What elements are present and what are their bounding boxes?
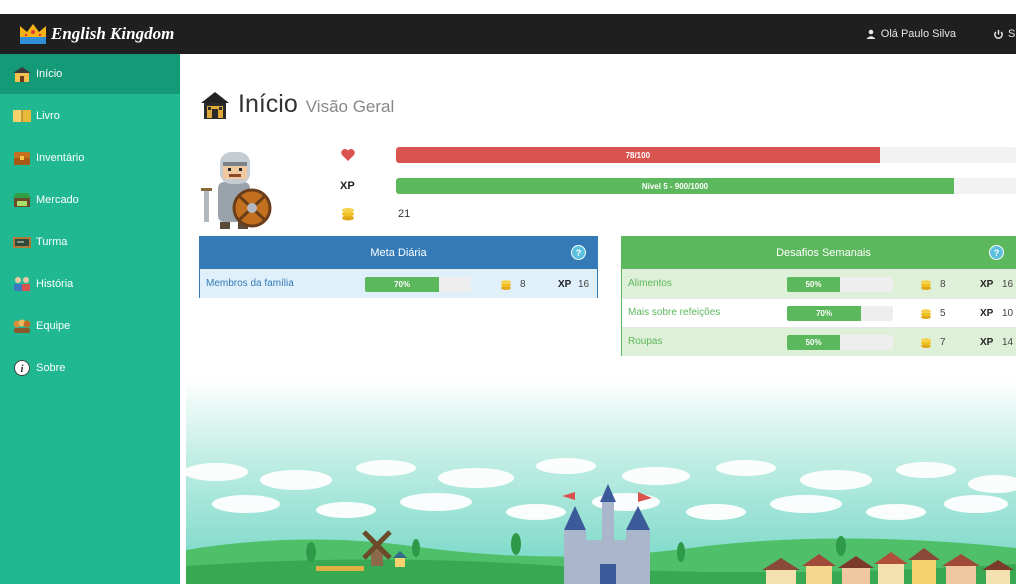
challenge-coins: 5 bbox=[940, 308, 946, 319]
sidebar-item-historia[interactable]: História bbox=[0, 264, 180, 304]
challenge-progress-fill: 50% bbox=[787, 277, 840, 292]
sidebar-item-mercado[interactable]: Mercado bbox=[0, 180, 180, 220]
daily-goal-row[interactable]: Membros da família 70% 8 XP 16 bbox=[200, 269, 597, 298]
challenge-row-refeicoes[interactable]: Mais sobre refeições 70% 5 XP 10 bbox=[622, 298, 1016, 327]
goal-xp-label: XP bbox=[558, 279, 572, 290]
xp-bar: Nível 5 - 900/1000 bbox=[396, 178, 1016, 194]
coins-icon bbox=[921, 309, 931, 319]
challenge-row-alimentos[interactable]: Alimentos 50% 8 XP 16 bbox=[622, 269, 1016, 298]
weekly-challenges-header: Desafios Semanais ? bbox=[622, 237, 1016, 269]
crown-icon bbox=[20, 24, 46, 44]
daily-goal-header: Meta Diária ? bbox=[200, 237, 597, 269]
goal-progress: 70% bbox=[365, 277, 471, 292]
brand-name: English Kingdom bbox=[51, 24, 175, 43]
book-icon bbox=[13, 110, 31, 122]
logout-label: S bbox=[1008, 28, 1016, 40]
xp-icon-label: XP bbox=[340, 180, 355, 192]
challenge-xp: 10 bbox=[1002, 308, 1014, 319]
challenge-xp: 14 bbox=[1002, 337, 1014, 348]
sidebar-item-sobre[interactable]: i Sobre bbox=[0, 348, 180, 388]
user-menu[interactable]: Olá Paulo Silva bbox=[866, 14, 956, 54]
challenge-progress-label: 50% bbox=[805, 338, 822, 347]
challenge-progress-label: 70% bbox=[816, 309, 833, 318]
market-icon bbox=[13, 193, 31, 207]
daily-goal-panel: Meta Diária ? Membros da família 70% 8 X… bbox=[199, 236, 598, 298]
coins-icon bbox=[921, 280, 931, 290]
challenge-xp: 16 bbox=[1002, 279, 1014, 290]
top-navbar: English Kingdom Olá Paulo Silva S bbox=[0, 14, 1016, 54]
goal-label[interactable]: Membros da família bbox=[206, 278, 294, 289]
challenge-progress-label: 50% bbox=[805, 280, 822, 289]
challenge-coins: 7 bbox=[940, 337, 946, 348]
challenge-label[interactable]: Roupas bbox=[628, 336, 662, 347]
sidebar-item-label: Equipe bbox=[36, 320, 71, 332]
challenge-progress-fill: 70% bbox=[787, 306, 862, 321]
challenge-progress: 50% bbox=[787, 277, 893, 292]
app-window: English Kingdom Olá Paulo Silva S Início… bbox=[0, 0, 1016, 584]
page-subtitle: Visão Geral bbox=[305, 97, 395, 116]
user-greeting: Olá Paulo Silva bbox=[880, 28, 956, 40]
challenge-xp-label: XP bbox=[980, 279, 994, 290]
knight-avatar bbox=[201, 152, 272, 229]
house-icon bbox=[13, 67, 31, 82]
goal-xp: 16 bbox=[578, 279, 590, 290]
help-icon[interactable]: ? bbox=[571, 245, 586, 260]
health-label: 78/100 bbox=[625, 150, 651, 160]
page-title: Início bbox=[238, 90, 298, 118]
sidebar-item-label: Sobre bbox=[36, 362, 66, 374]
sidebar-item-inicio[interactable]: Início bbox=[0, 54, 180, 94]
info-icon: i bbox=[14, 360, 30, 376]
sidebar-item-label: Turma bbox=[36, 236, 68, 248]
coins-icon bbox=[501, 280, 511, 290]
heart-icon bbox=[341, 149, 355, 161]
team-icon bbox=[13, 319, 31, 333]
xp-level-label: Nível 5 - 900/1000 bbox=[641, 181, 709, 191]
weekly-challenges-panel: Desafios Semanais ? Alimentos 50% 8 XP 1… bbox=[621, 236, 1016, 356]
xp-bar-fill: Nível 5 - 900/1000 bbox=[396, 178, 954, 194]
sidebar-item-label: Mercado bbox=[36, 194, 79, 206]
challenge-coins: 8 bbox=[940, 279, 946, 290]
challenge-xp-label: XP bbox=[980, 308, 994, 319]
health-bar-fill: 78/100 bbox=[396, 147, 880, 163]
help-icon[interactable]: ? bbox=[989, 245, 1004, 260]
goal-coins: 8 bbox=[520, 279, 526, 290]
challenge-progress-fill: 50% bbox=[787, 335, 840, 350]
coins-icon bbox=[921, 338, 931, 348]
sidebar: Início Livro Inventário Mercado Turma Hi… bbox=[0, 54, 180, 584]
logout-button[interactable]: S bbox=[993, 14, 1015, 54]
sidebar-item-label: Inventário bbox=[36, 152, 85, 164]
coin-count: 21 bbox=[398, 208, 411, 220]
coins-icon bbox=[342, 208, 354, 221]
user-icon bbox=[866, 29, 876, 39]
kingdom-landscape-illustration bbox=[186, 380, 1016, 584]
challenge-xp-label: XP bbox=[980, 337, 994, 348]
page-header: Início Visão Geral bbox=[200, 90, 394, 120]
goal-progress-label: 70% bbox=[394, 280, 411, 289]
svg-text:i: i bbox=[21, 364, 24, 375]
sidebar-item-label: História bbox=[36, 278, 74, 290]
daily-goal-title: Meta Diária bbox=[370, 247, 427, 259]
challenge-progress: 50% bbox=[787, 335, 893, 350]
blackboard-icon bbox=[13, 237, 31, 248]
sidebar-item-label: Início bbox=[36, 68, 63, 80]
sidebar-item-turma[interactable]: Turma bbox=[0, 222, 180, 262]
sidebar-item-inventario[interactable]: Inventário bbox=[0, 138, 180, 178]
power-icon bbox=[994, 29, 1003, 39]
weekly-challenges-title: Desafios Semanais bbox=[776, 247, 871, 259]
story-icon bbox=[14, 277, 30, 291]
challenge-row-roupas[interactable]: Roupas 50% 7 XP 14 bbox=[622, 327, 1016, 356]
goal-progress-fill: 70% bbox=[365, 277, 440, 292]
sidebar-item-livro[interactable]: Livro bbox=[0, 96, 180, 136]
health-bar: 78/100 bbox=[396, 147, 1016, 163]
challenge-progress: 70% bbox=[787, 306, 893, 321]
chest-icon bbox=[14, 152, 30, 165]
challenge-label[interactable]: Mais sobre refeições bbox=[628, 307, 720, 318]
sidebar-item-label: Livro bbox=[36, 110, 60, 122]
house-icon bbox=[201, 92, 229, 119]
challenge-label[interactable]: Alimentos bbox=[628, 278, 672, 289]
brand-logo[interactable]: English Kingdom bbox=[18, 14, 174, 54]
sidebar-item-equipe[interactable]: Equipe bbox=[0, 306, 180, 346]
